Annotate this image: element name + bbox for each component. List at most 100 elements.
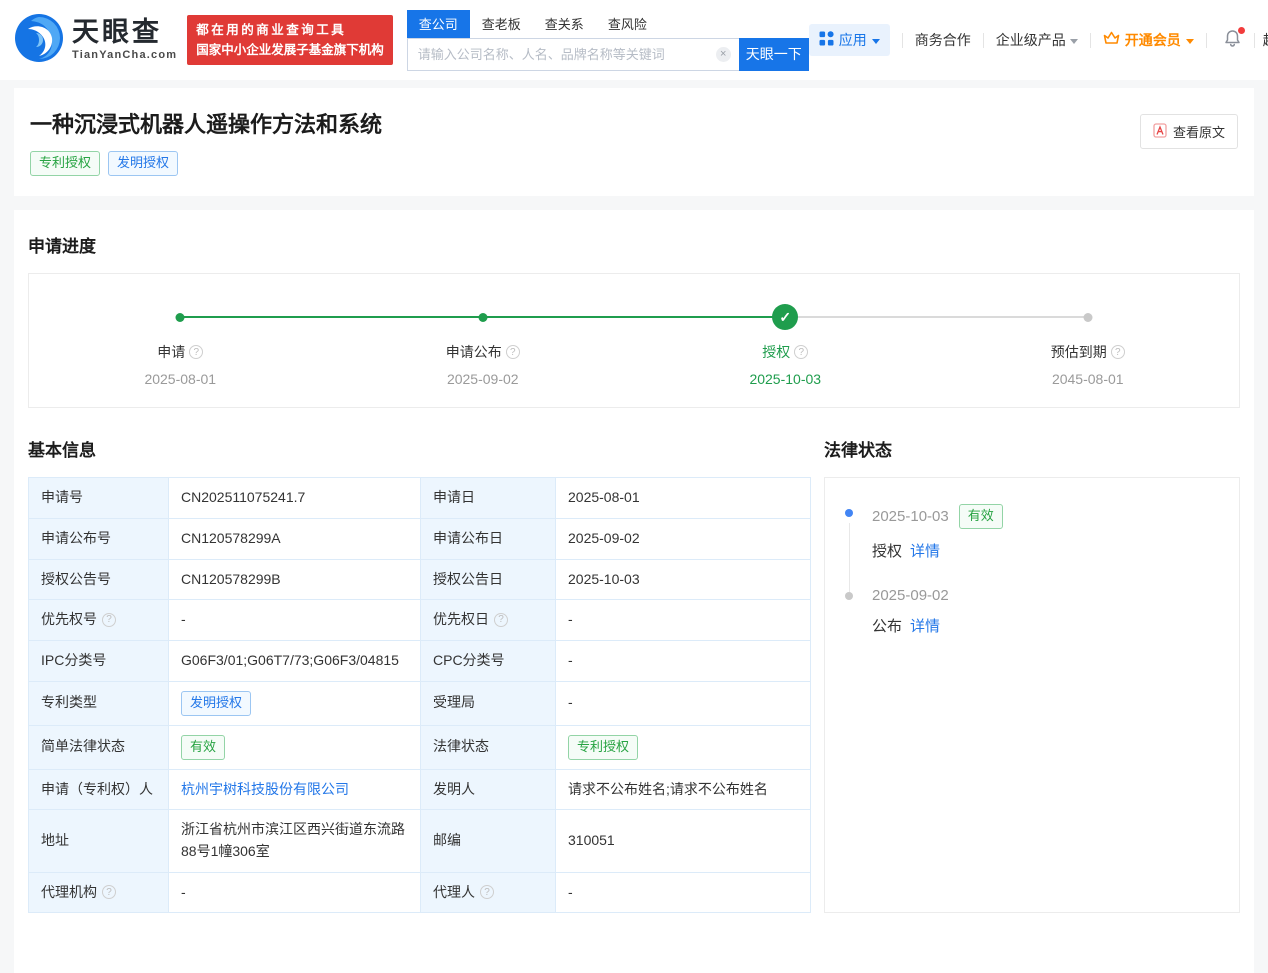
search-tab-3[interactable]: 查风险 [596, 10, 659, 38]
check-icon: ✓ [772, 304, 798, 330]
question-circle-icon[interactable]: ? [102, 885, 116, 899]
value-cell: CN120578299B [169, 559, 421, 600]
timeline-step-0: 申请?2025-08-01 [29, 342, 332, 387]
table-row: IPC分类号G06F3/01;G06T7/73;G06F3/04815CPC分类… [29, 641, 811, 682]
field-label: 申请（专利权）人 [41, 779, 153, 801]
table-row: 授权公告号CN120578299B授权公告日2025-10-03 [29, 559, 811, 600]
logo-domain: TianYanCha.com [72, 50, 177, 61]
patent-title-card: 一种沉浸式机器人遥操作方法和系统 专利授权发明授权 查看原文 [14, 88, 1254, 196]
value-cell: - [556, 681, 811, 725]
field-label: 地址 [41, 830, 69, 852]
question-circle-icon[interactable]: ? [189, 345, 203, 359]
timeline-step-date: 2025-10-03 [634, 371, 937, 387]
nav-enterprise-products[interactable]: 企业级产品 [996, 30, 1078, 50]
main-content: 一种沉浸式机器人遥操作方法和系统 专利授权发明授权 查看原文 申请进度 ✓ 申请… [0, 88, 1268, 973]
bell-icon[interactable] [1223, 29, 1242, 51]
label-cell: 申请公布号 [29, 518, 169, 559]
legal-status-item: 2025-09-02 公布详情 [845, 587, 1219, 636]
apps-button[interactable]: 应用 [809, 24, 890, 56]
search-tab-2[interactable]: 查关系 [533, 10, 596, 38]
legal-status-section: 法律状态 2025-10-03有效授权详情2025-09-02公布详情 [824, 436, 1240, 913]
search-tab-0[interactable]: 查公司 [407, 10, 470, 38]
basic-info-table: 申请号CN202511075241.7申请日2025-08-01申请公布号CN1… [28, 477, 811, 913]
legal-status-row2: 公布详情 [872, 615, 1219, 636]
value-tag: 有效 [181, 735, 225, 760]
timeline-segment-2 [785, 316, 1088, 318]
label-cell: 申请公布日 [421, 518, 556, 559]
timeline-track: ✓ [29, 304, 1239, 330]
nav-business-label: 商务合作 [915, 30, 971, 50]
field-label: 代理人 [433, 882, 475, 904]
value-cell: 发明授权 [169, 681, 421, 725]
field-label: 授权公告号 [41, 569, 111, 591]
value-cell: - [556, 872, 811, 913]
timeline-step-name: 授权 [762, 342, 790, 362]
question-circle-icon[interactable]: ? [794, 345, 808, 359]
timeline-step-date: 2025-09-02 [332, 371, 635, 387]
company-link[interactable]: 杭州宇树科技股份有限公司 [181, 781, 349, 797]
label-cell: CPC分类号 [421, 641, 556, 682]
label-cell: 授权公告日 [421, 559, 556, 600]
chevron-down-icon [1186, 39, 1194, 44]
view-original-button[interactable]: 查看原文 [1140, 114, 1238, 149]
legal-status-date: 2025-09-02 [872, 587, 949, 604]
search-button[interactable]: 天眼一下 [739, 38, 809, 71]
value-tag: 专利授权 [568, 735, 638, 760]
label-cell: 优先权号? [29, 600, 169, 641]
table-row: 申请（专利权）人杭州宇树科技股份有限公司发明人请求不公布姓名;请求不公布姓名 [29, 769, 811, 810]
label-cell: IPC分类号 [29, 641, 169, 682]
value-cell: - [169, 872, 421, 913]
value-cell: CN120578299A [169, 518, 421, 559]
label-cell: 专利类型 [29, 681, 169, 725]
field-label: CPC分类号 [433, 650, 505, 672]
timeline-step-label: 授权? [762, 342, 808, 362]
question-circle-icon[interactable]: ? [494, 613, 508, 627]
value-cell: - [556, 641, 811, 682]
notification-dot [1238, 27, 1245, 34]
nav-super-risk[interactable]: 超级风... [1263, 30, 1268, 50]
divider [1254, 33, 1255, 48]
search-area: 查公司查老板查关系查风险 × 天眼一下 [407, 10, 809, 71]
nav-business-cooperation[interactable]: 商务合作 [915, 30, 971, 50]
tianyancha-logo[interactable]: 天眼查 TianYanCha.com [14, 13, 177, 68]
legal-status-item: 2025-10-03有效授权详情 [845, 504, 1219, 561]
value-cell: - [169, 600, 421, 641]
table-row: 地址浙江省杭州市滨江区西兴街道东流路88号1幢306室邮编310051 [29, 810, 811, 872]
timeline-step-3: 预估到期?2045-08-01 [937, 342, 1240, 387]
field-label: 简单法律状态 [41, 736, 125, 758]
detail-link[interactable]: 详情 [910, 540, 940, 561]
table-row: 申请公布号 CN120578299A申请公布日2025-09-02 [29, 518, 811, 559]
label-cell: 申请号 [29, 478, 169, 519]
field-label: 优先权号 [41, 609, 97, 631]
slogan-line2: 国家中小企业发展子基金旗下机构 [196, 40, 384, 60]
divider [1090, 33, 1091, 48]
clear-x-icon[interactable]: × [716, 47, 731, 62]
question-circle-icon[interactable]: ? [506, 345, 520, 359]
field-label: 代理机构 [41, 882, 97, 904]
apps-grid-icon [819, 31, 834, 49]
legal-status-action: 公布 [872, 615, 902, 636]
field-label: 申请日 [433, 487, 475, 509]
table-row: 优先权号?-优先权日?- [29, 600, 811, 641]
nav-vip-button[interactable]: 开通会员 [1103, 30, 1194, 50]
patent-title: 一种沉浸式机器人遥操作方法和系统 [30, 112, 1238, 138]
timeline-labels: 申请?2025-08-01申请公布?2025-09-02授权?2025-10-0… [29, 342, 1239, 387]
legal-status-row1: 2025-10-03有效 [872, 504, 1219, 529]
chevron-down-icon [1070, 39, 1078, 44]
search-tab-1[interactable]: 查老板 [470, 10, 533, 38]
value-cell: 浙江省杭州市滨江区西兴街道东流路88号1幢306室 [169, 810, 421, 872]
value-cell: 2025-09-02 [556, 518, 811, 559]
question-circle-icon[interactable]: ? [480, 885, 494, 899]
label-cell: 优先权日? [421, 600, 556, 641]
field-label: 申请公布号 [41, 528, 111, 550]
question-circle-icon[interactable]: ? [102, 613, 116, 627]
question-circle-icon[interactable]: ? [1111, 345, 1125, 359]
field-label: 申请号 [41, 487, 83, 509]
value-cell: 请求不公布姓名;请求不公布姓名 [556, 769, 811, 810]
detail-link[interactable]: 详情 [910, 615, 940, 636]
basic-info-section: 基本信息 申请号CN202511075241.7申请日2025-08-01申请公… [28, 436, 810, 913]
patent-tag-0: 专利授权 [30, 151, 100, 176]
label-cell: 授权公告号 [29, 559, 169, 600]
legal-status-row2: 授权详情 [872, 540, 1219, 561]
search-input[interactable] [407, 38, 739, 71]
